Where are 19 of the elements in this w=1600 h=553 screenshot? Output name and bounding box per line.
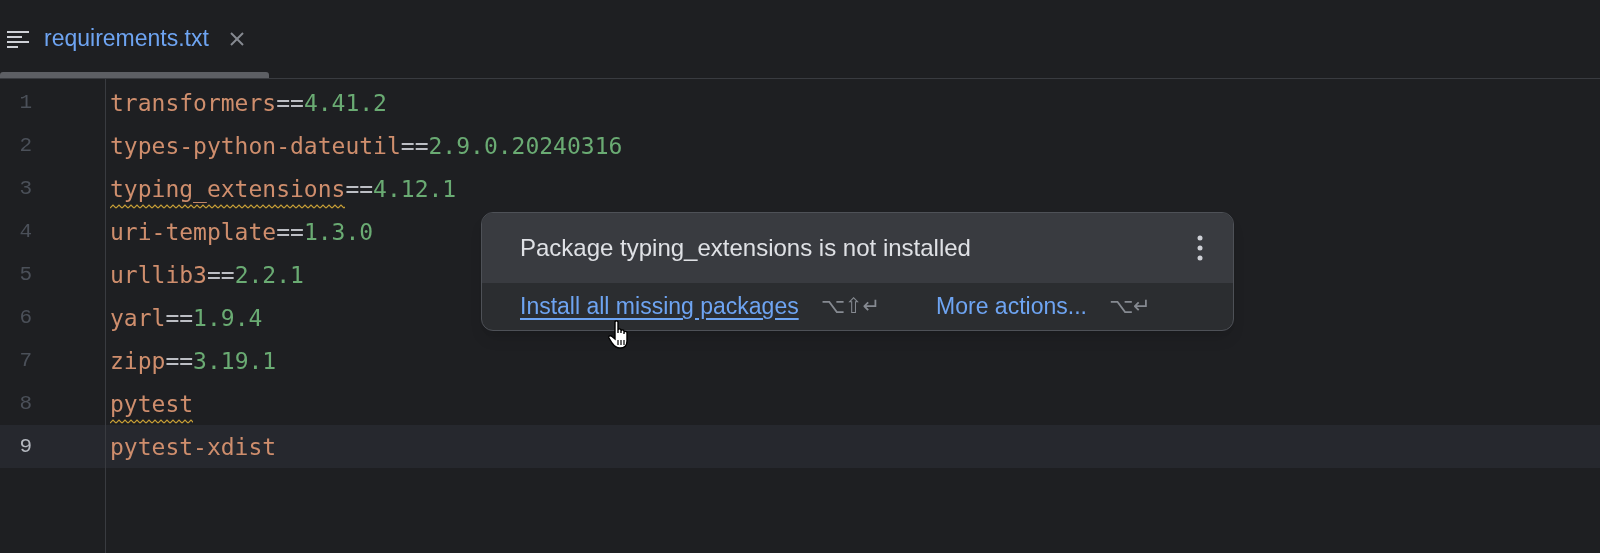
code-line: yarl==1.9.4 [110, 303, 263, 333]
code-line: pytest [110, 383, 194, 424]
line-number: 9 [18, 433, 33, 460]
code-line: transformers==4.41.2 [110, 88, 387, 118]
editor-tab[interactable]: requirements.txt [0, 0, 269, 78]
action-link[interactable]: More actions... [936, 289, 1087, 324]
code-line: pytest-xdist [110, 432, 277, 462]
code-line: types-python-dateutil==2.9.0.20240316 [110, 131, 623, 161]
more-options-icon[interactable] [1197, 235, 1203, 261]
code-line: zipp==3.19.1 [110, 346, 277, 376]
code-line: typing_extensions==4.12.1 [110, 168, 457, 209]
code-line: uri-template==1.3.0 [110, 217, 374, 247]
shortcut-hint: ⌥⇧↵ [820, 292, 881, 320]
text-file-icon [6, 28, 30, 49]
code-line: urllib3==2.2.1 [110, 260, 304, 290]
close-icon[interactable] [228, 30, 245, 47]
popup-message: Package typing_extensions is not installed [520, 233, 971, 263]
action-link[interactable]: Install all missing packages [520, 289, 799, 324]
shortcut-hint: ⌥↵ [1108, 292, 1151, 320]
